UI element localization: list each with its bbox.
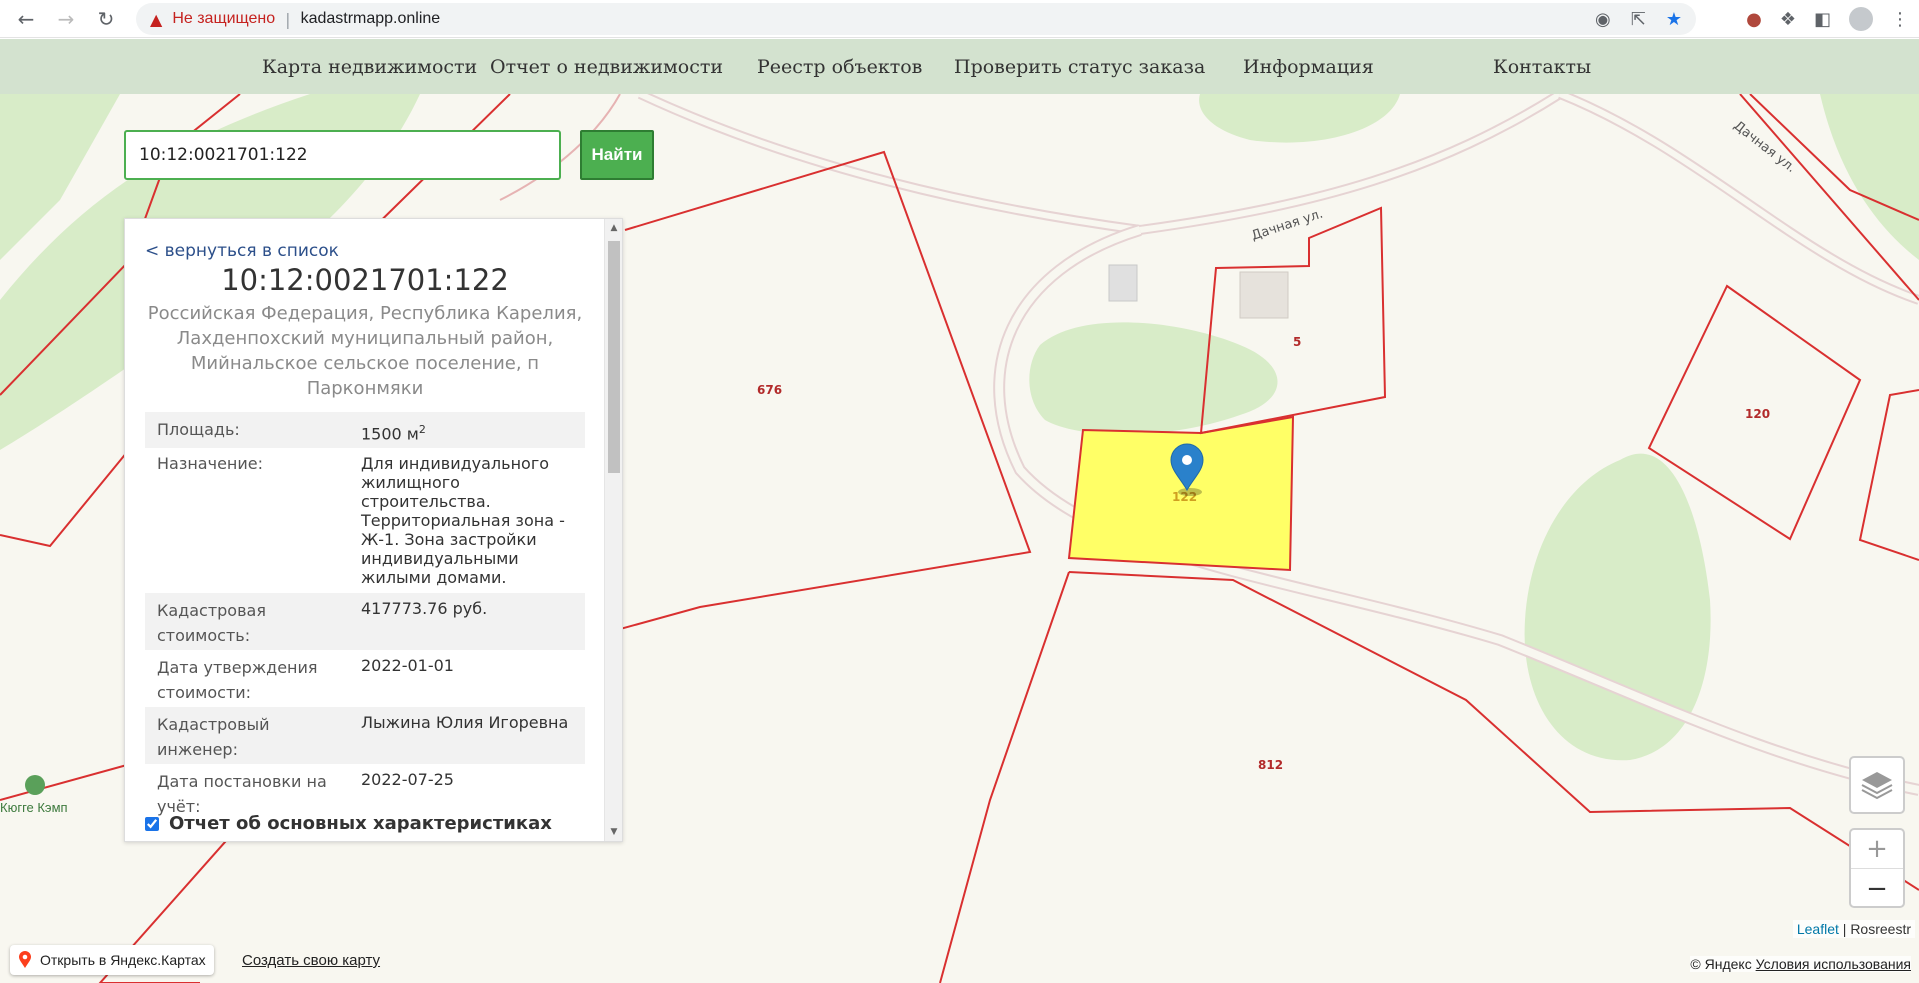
row-key: Кадастровая стоимость: (145, 593, 349, 651)
forest-area (1199, 94, 1400, 143)
site-navigation: Карта недвижимости Отчет о недвижимости … (0, 39, 1919, 94)
yandex-pin-icon (19, 951, 31, 968)
attribution-separator: | (1838, 921, 1851, 937)
plot-label-812: 812 (1258, 758, 1283, 772)
share-icon[interactable]: ⇱ (1631, 9, 1646, 30)
cadastral-number-title: 10:12:0021701:122 (221, 263, 509, 297)
scroll-thumb[interactable] (608, 241, 620, 473)
row-value: 417773.76 руб. (349, 593, 585, 651)
table-row: Назначение: Для индивидуального жилищног… (145, 448, 585, 593)
camp-icon (25, 775, 45, 795)
row-value: 2022-01-01 (361, 656, 454, 676)
table-row: Дата утверждения стоимости: 2022-01-01 (145, 650, 585, 707)
address-bar[interactable]: ▲ Не защищено | kadastrmapp.online ◉ ⇱ ★ (136, 3, 1696, 35)
object-info-panel: < вернуться в список 10:12:0021701:122 Р… (124, 218, 623, 842)
back-icon[interactable]: ← (8, 1, 44, 37)
puzzle-icon[interactable]: ❖ (1780, 9, 1796, 30)
scroll-up-arrow-icon[interactable]: ▲ (605, 223, 622, 233)
zoom-in-button[interactable]: + (1851, 830, 1903, 869)
nav-report[interactable]: Отчет о недвижимости (490, 56, 723, 78)
back-to-list-link[interactable]: < вернуться в список (145, 241, 339, 261)
table-row: Кадастровый инженер: Лыжина Юлия Игоревн… (145, 707, 585, 765)
nav-contacts[interactable]: Контакты (1493, 56, 1591, 78)
plot-label-676: 676 (757, 383, 782, 397)
table-row: Кадастровая стоимость: 417773.76 руб. (145, 593, 585, 651)
area-value: 1500 м (361, 424, 419, 444)
url-text: kadastrmapp.online (300, 10, 441, 27)
row-key: Дата утверждения стоимости: (157, 658, 318, 703)
zoom-out-button[interactable]: − (1851, 869, 1903, 908)
layers-icon (1861, 772, 1893, 800)
area-unit-sup: 2 (418, 423, 426, 436)
leaflet-link[interactable]: Leaflet (1797, 921, 1839, 937)
profile-avatar[interactable] (1849, 7, 1873, 31)
search-input[interactable] (124, 130, 561, 180)
security-label: Не защищено (172, 10, 276, 27)
terms-link[interactable]: Условия использования (1756, 956, 1911, 972)
warning-icon: ▲ (150, 9, 163, 29)
row-key: Кадастровый инженер: (145, 707, 349, 765)
browser-toolbar: ← → ↻ ▲ Не защищено | kadastrmapp.online… (0, 0, 1919, 38)
plot-label-5: 5 (1293, 335, 1301, 349)
building (1108, 264, 1138, 302)
forest-area (1029, 322, 1278, 435)
plot-boundary (1858, 389, 1919, 561)
panel-scrollbar[interactable]: ▲ ▼ (604, 219, 622, 841)
road (638, 94, 1562, 234)
layers-button[interactable] (1849, 756, 1905, 814)
zoom-control: + − (1849, 828, 1905, 908)
place-label: Кюгге Кэмп (0, 800, 68, 815)
nav-map[interactable]: Карта недвижимости (262, 56, 477, 78)
yandex-copyright: © Яндекс Условия использования (1690, 956, 1911, 972)
search-button[interactable]: Найти (580, 130, 654, 180)
map-attribution: Leaflet | Rosreestr (1792, 920, 1915, 938)
report-checkbox[interactable] (145, 816, 159, 831)
open-in-yandex-button[interactable]: Открыть в Яндекс.Картах (10, 945, 214, 975)
menu-icon[interactable]: ⋮ (1891, 9, 1909, 30)
street-label: Дачная ул. (1731, 118, 1799, 176)
plot-boundary (939, 571, 1070, 983)
row-value: Лыжина Юлия Игоревна (349, 707, 585, 765)
building (1239, 271, 1289, 319)
sidepanel-icon[interactable]: ◧ (1814, 9, 1831, 30)
forward-icon[interactable]: → (48, 1, 84, 37)
address-separator: | (285, 9, 291, 29)
nav-order-status[interactable]: Проверить статус заказа (954, 56, 1205, 78)
bookmark-star-icon[interactable]: ★ (1666, 9, 1682, 30)
scroll-down-arrow-icon[interactable]: ▼ (605, 827, 622, 837)
rosreestr-text: Rosreestr (1850, 921, 1911, 937)
location-icon[interactable]: ◉ (1595, 9, 1611, 30)
object-address: Российская Федерация, Республика Карелия… (147, 303, 583, 399)
row-value: Для индивидуального жилищного строительс… (361, 454, 565, 588)
reload-icon[interactable]: ↻ (88, 1, 124, 37)
row-key: Площадь: (145, 412, 349, 449)
open-in-yandex-label: Открыть в Яндекс.Картах (40, 952, 206, 968)
create-map-link[interactable]: Создать свою карту (242, 952, 380, 969)
row-key: Назначение: (157, 454, 263, 474)
plot-boundary (1068, 571, 1919, 891)
report-checkbox-label: Отчет об основных характеристиках (169, 813, 552, 834)
report-checkbox-row[interactable]: Отчет об основных характеристиках (145, 813, 552, 834)
plot-label-120: 120 (1745, 407, 1770, 421)
extension-icon[interactable]: ● (1746, 9, 1762, 30)
nav-registry[interactable]: Реестр объектов (757, 56, 922, 78)
forest-area (1820, 94, 1919, 260)
table-row: Площадь: 1500 м2 (145, 412, 585, 449)
yandex-copyright-text: © Яндекс (1690, 956, 1752, 972)
row-value: 1500 м2 (349, 412, 585, 449)
nav-info[interactable]: Информация (1243, 56, 1374, 78)
characteristics-table: Площадь: 1500 м2 Назначение: Для индивид… (145, 412, 585, 821)
